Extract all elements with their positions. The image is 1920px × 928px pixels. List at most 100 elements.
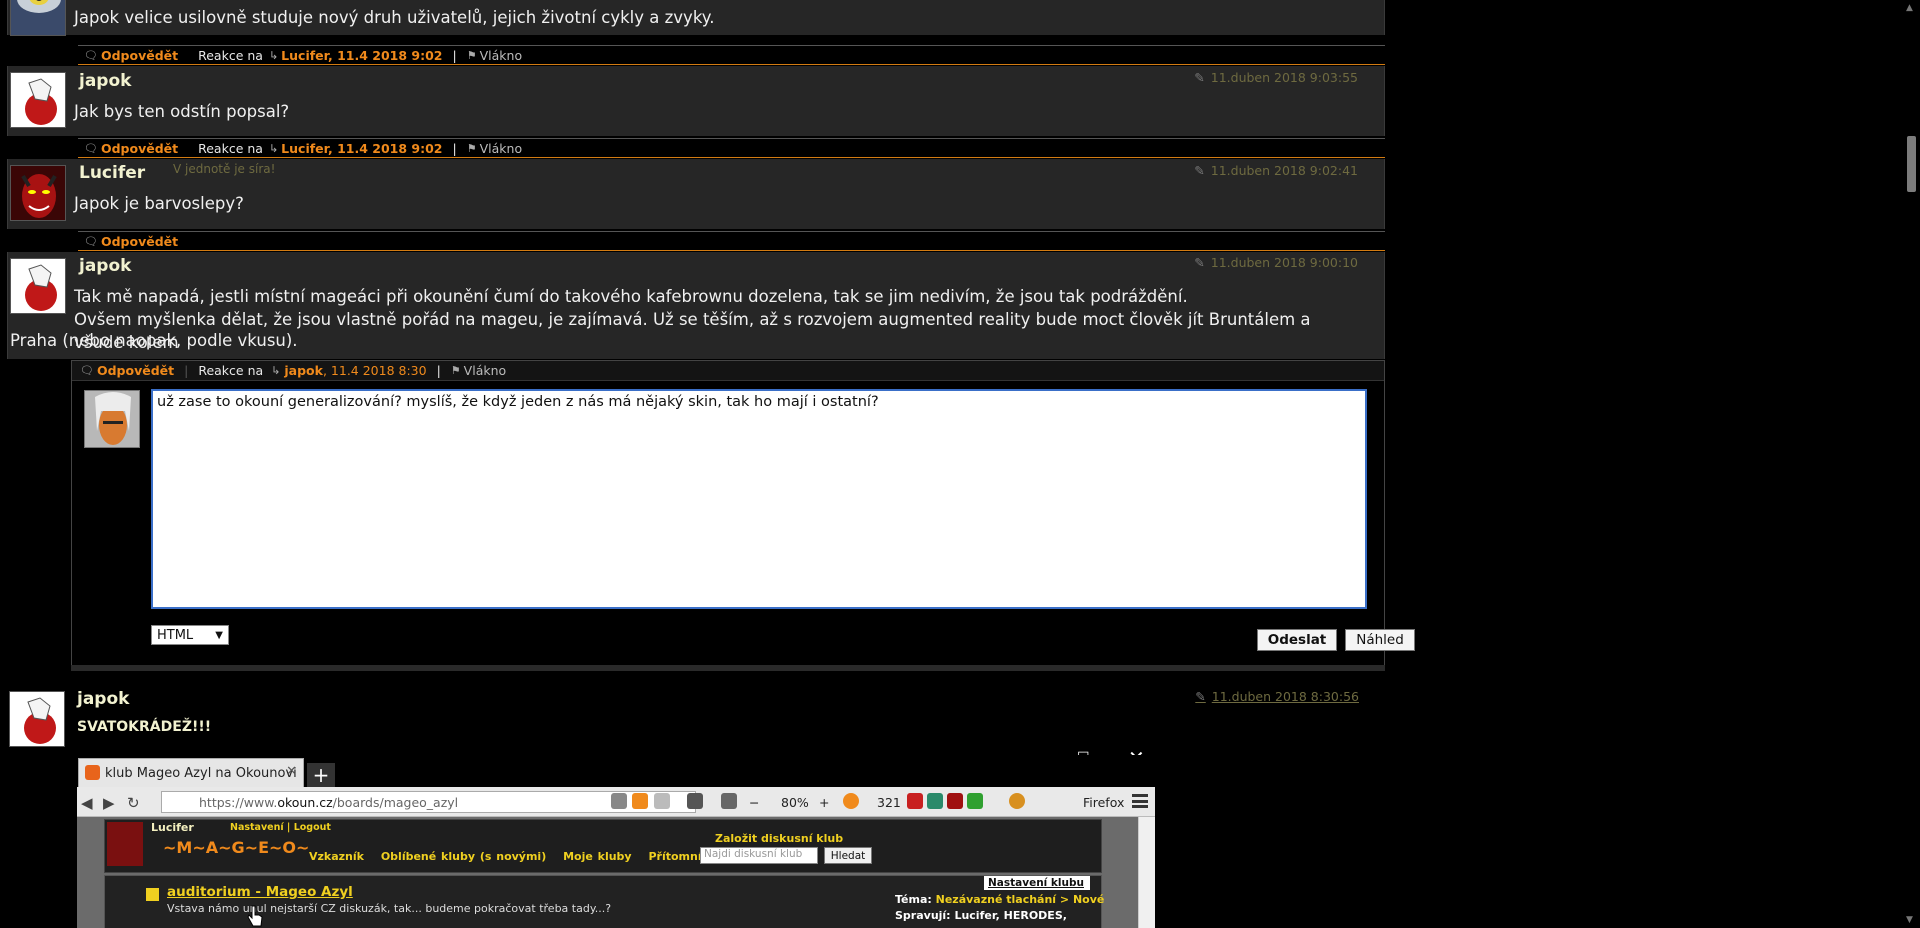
reaction-target-link[interactable]: japok, 11.4 2018 8:30 [284,363,426,378]
post-author[interactable]: Lucifer [79,163,145,183]
post-date-text: 11.duben 2018 9:00:10 [1210,255,1358,270]
reply-icon: 🗨 [84,234,98,248]
club-search-input: Najdi diskusní klub [700,847,818,864]
reply-icon: 🗨 [80,364,94,377]
club-search-button: Hledat [824,847,872,864]
reaction-target-link[interactable]: Lucifer, 11.4 2018 9:02 [281,141,442,156]
post-date[interactable]: ✎ 11.duben 2018 8:30:56 [1195,689,1359,704]
back-icon: ◀ [81,794,93,812]
reload-icon: ↻ [127,794,140,812]
scroll-up-icon[interactable]: ▲ [1906,3,1913,13]
download-icon [721,793,737,809]
thread-icon: ⚑ [466,48,477,62]
close-icon: ✕ [286,764,297,779]
thread-icon: ⚑ [450,364,461,377]
post-date[interactable]: ✎ 11.duben 2018 9:00:10 [1194,255,1358,270]
post-author[interactable]: japok [79,256,131,276]
embedded-screenshot: klub Mageo Azyl na Okounovi ✕ + ◀ ▶ ↻ ht… [77,755,1155,928]
reply-link[interactable]: Odpovědět [101,234,178,249]
reaction-target-date: , 11.4 2018 8:30 [322,363,427,378]
thread-link[interactable]: Vlákno [480,48,523,63]
reaction-target-link[interactable]: Lucifer, 11.4 2018 9:02 [281,48,442,63]
post-action-bar: 🗨 Odpovědět [78,231,1385,251]
post-date-text: 11.duben 2018 9:02:41 [1210,163,1358,178]
reply-icon: 🗨 [84,141,98,155]
zoom-out-icon: − [749,795,760,810]
post-action-bar: 🗨 Odpovědět Reakce na ↳ Lucifer, 11.4 20… [78,138,1385,158]
format-select-value: HTML [157,627,194,643]
extension-icon [927,793,943,809]
rss-icon [632,793,648,809]
url-domain: okoun.cz [277,794,333,810]
topic-label: Téma: [895,893,932,906]
divider [71,665,1385,671]
post: Japok velice usilovně studuje nový druh … [7,0,1385,36]
feed-icon [843,793,859,809]
reaction-label: Reakce na [198,140,263,156]
bookmark-star-icon [654,793,670,809]
format-select[interactable]: HTML ▼ [151,625,229,645]
thread-link[interactable]: Vlákno [464,363,507,378]
username: Lucifer [151,821,194,834]
my-avatar [84,390,140,448]
favorite-star-icon [146,888,159,901]
reply-link[interactable]: Odpovědět [97,363,174,378]
extension-icon [947,793,963,809]
browser-navbar: ◀ ▶ ↻ https://www. okoun.cz/boards/mageo_… [77,787,1155,817]
avatar[interactable] [10,258,66,314]
admins-value: Lucifer, HERODES, [954,909,1067,922]
browser-tabbar: klub Mageo Azyl na Okounovi ✕ + [77,755,1155,787]
scrollbar-thumb[interactable] [1907,136,1916,192]
site-logo: ~M~A~G~E~O~ [163,838,310,857]
post-body: Japok je barvoslepy? [74,194,244,213]
preview-button[interactable]: Náhled [1345,629,1415,651]
reply-form: 🗨 Odpovědět | Reakce na ↳ japok, 11.4 20… [71,360,1415,668]
reaction-arrow-icon: ↳ [268,141,279,155]
post-author[interactable]: japok [79,71,131,91]
reaction-arrow-icon: ↳ [271,364,281,377]
found-club-link: Založit diskusní klub [715,832,844,845]
post-body: SVATOKRÁDEŽ!!! [77,719,212,735]
submit-button[interactable]: Odeslat [1257,629,1337,651]
edit-icon: ✎ [1194,163,1205,178]
menu-item: Přítomní [648,850,702,863]
menu-item: Oblíbené kluby (s novými) [380,850,547,863]
site-header: Lucifer Nastavení | Logout ~M~A~G~E~O~ V… [104,819,1102,873]
mouse-cursor-icon [247,905,263,927]
extension-icon [1009,793,1025,809]
post-author[interactable]: japok [77,689,129,709]
author-motto: V jednotě je síra! [173,162,276,176]
club-admins: Spravují: Lucifer, HERODES, [895,909,1067,922]
page-viewport: Lucifer Nastavení | Logout ~M~A~G~E~O~ V… [77,817,1138,928]
okoun-favicon [85,765,100,780]
thread-link[interactable]: Vlákno [480,141,523,156]
reaction-arrow-icon: ↳ [268,48,279,62]
tab-title: klub Mageo Azyl na Okounovi [105,765,297,781]
site-menu: Vzkazník Oblíbené kluby (s novými) Moje … [309,850,714,863]
club-settings-link: Nastavení klubu [984,876,1090,890]
reply-textarea[interactable]: už zase to okouní generalizování? myslíš… [151,389,1367,609]
post-date-text: 11.duben 2018 9:03:55 [1210,70,1358,85]
avatar[interactable] [10,72,66,128]
edit-icon: ✎ [1194,255,1205,270]
reaction-target-name: japok [284,363,323,378]
avatar [107,822,143,866]
page-scrollbar[interactable]: ▲ ▼ [1903,0,1920,928]
url-path: /boards/mageo_azyl [332,794,459,810]
scroll-down-icon[interactable]: ▼ [1906,915,1913,925]
reply-link[interactable]: Odpovědět [101,48,178,63]
post: japok ✎ 11.duben 2018 9:03:55 Jak bys ten… [7,66,1385,136]
post-date[interactable]: ✎ 11.duben 2018 9:02:41 [1194,163,1358,178]
avatar[interactable] [9,691,65,747]
post: japok ✎ 11.duben 2018 9:00:10 Tak mě napa… [7,252,1385,359]
reaction-label: Reakce na [198,47,263,63]
post-body-line: Praha (nebo naopak, podle vkusu). [10,331,298,350]
avatar[interactable] [10,0,66,36]
post-date[interactable]: ✎ 11.duben 2018 9:03:55 [1194,70,1358,85]
counter: 321 [877,795,901,810]
post-date-text: 11.duben 2018 8:30:56 [1211,689,1359,704]
url-prefix: https://www. [199,794,278,810]
avatar[interactable] [10,165,66,221]
post-body-line: Tak mě napadá, jestli místní mageáci při… [74,287,1188,306]
reply-link[interactable]: Odpovědět [101,141,178,156]
